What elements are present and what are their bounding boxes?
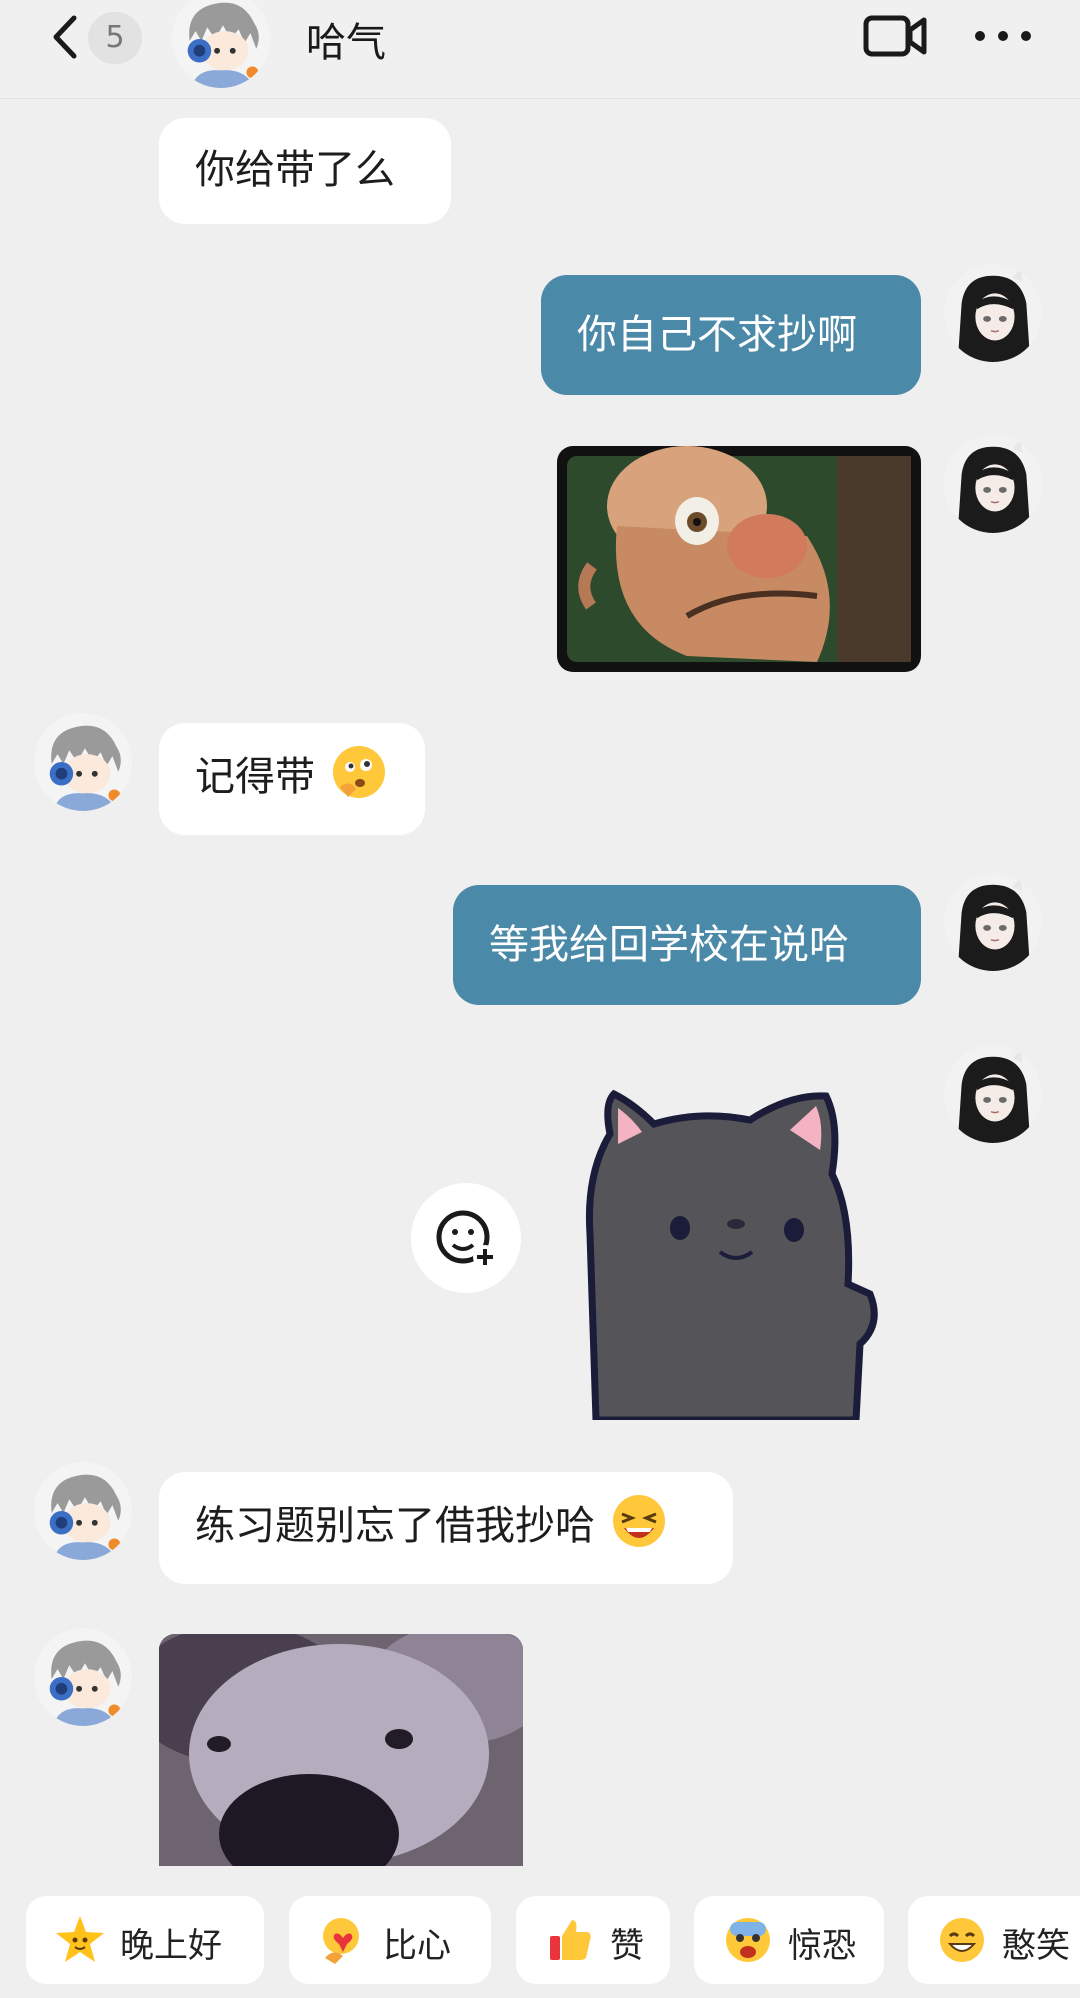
back-button[interactable]: [46, 14, 86, 60]
contact-name[interactable]: 哈气: [306, 10, 386, 68]
quick-reply-label: 惊恐: [788, 1926, 856, 1966]
my-avatar[interactable]: [944, 435, 1042, 533]
message-text: 记得带: [195, 754, 315, 800]
thumbs-up-emoji-icon: [550, 1920, 591, 1960]
gray-cat-sticker: [585, 1089, 878, 1420]
message-bubble-sent[interactable]: 等我给回学校在说哈: [453, 885, 921, 1005]
add-sticker-button[interactable]: [411, 1183, 521, 1293]
message-bubble-received[interactable]: 记得带: [159, 723, 425, 835]
contact-avatar[interactable]: [34, 1462, 132, 1560]
contact-avatar[interactable]: [172, 0, 270, 88]
quick-reply-chip[interactable]: 晚上好: [26, 1896, 264, 1984]
message-bubble-received[interactable]: 你给带了么: [159, 118, 451, 224]
quick-reply-label: 比心: [383, 1926, 451, 1966]
grin-emoji-icon: [940, 1918, 984, 1962]
chat-header: 5 哈气: [0, 0, 1080, 99]
video-call-button[interactable]: [862, 12, 928, 60]
quick-reply-label: 憨笑: [1002, 1926, 1070, 1966]
my-avatar[interactable]: [944, 873, 1042, 971]
message-text: 练习题别忘了借我抄哈: [195, 1503, 595, 1549]
quick-reply-label: 晚上好: [120, 1926, 222, 1966]
dog-closeup-image: [159, 1634, 523, 1866]
message-text: 你给带了么: [195, 147, 395, 193]
my-avatar[interactable]: [944, 264, 1042, 362]
message-bubble-sent[interactable]: 你自己不求抄啊: [541, 275, 921, 395]
sticker-message[interactable]: [570, 1084, 910, 1420]
image-message[interactable]: [557, 446, 921, 672]
quick-reply-chip[interactable]: 赞: [516, 1896, 670, 1984]
more-dots-icon: [975, 31, 1031, 41]
thinking-emoji-icon: [332, 746, 385, 798]
message-text: 你自己不求抄啊: [577, 312, 857, 358]
scared-emoji-icon: [726, 1918, 770, 1962]
quick-reply-chip[interactable]: 憨笑: [908, 1896, 1080, 1984]
laughing-emoji-icon: [612, 1495, 665, 1547]
more-options-button[interactable]: [972, 20, 1034, 52]
quick-reply-chip[interactable]: 惊恐: [694, 1896, 884, 1984]
quick-reply-bar: 晚上好 比心 赞 惊恐 憨笑: [0, 1888, 1080, 1998]
my-avatar[interactable]: [944, 1045, 1042, 1143]
quick-reply-label: 赞: [610, 1926, 644, 1966]
message-text: 等我给回学校在说哈: [489, 922, 849, 968]
contact-avatar[interactable]: [34, 1628, 132, 1726]
chevron-left-icon: [53, 15, 77, 59]
cartoon-bald-man-image: [567, 446, 911, 662]
video-call-icon: [863, 15, 927, 57]
star-emoji-icon: [56, 1916, 104, 1962]
image-message[interactable]: [159, 1634, 523, 1866]
unread-count-badge[interactable]: 5: [88, 12, 142, 64]
contact-avatar[interactable]: [34, 713, 132, 811]
message-bubble-received[interactable]: 练习题别忘了借我抄哈: [159, 1472, 733, 1584]
quick-reply-chip[interactable]: 比心: [289, 1896, 491, 1984]
add-emoji-icon: [436, 1210, 497, 1269]
heart-hands-emoji-icon: [323, 1918, 359, 1964]
